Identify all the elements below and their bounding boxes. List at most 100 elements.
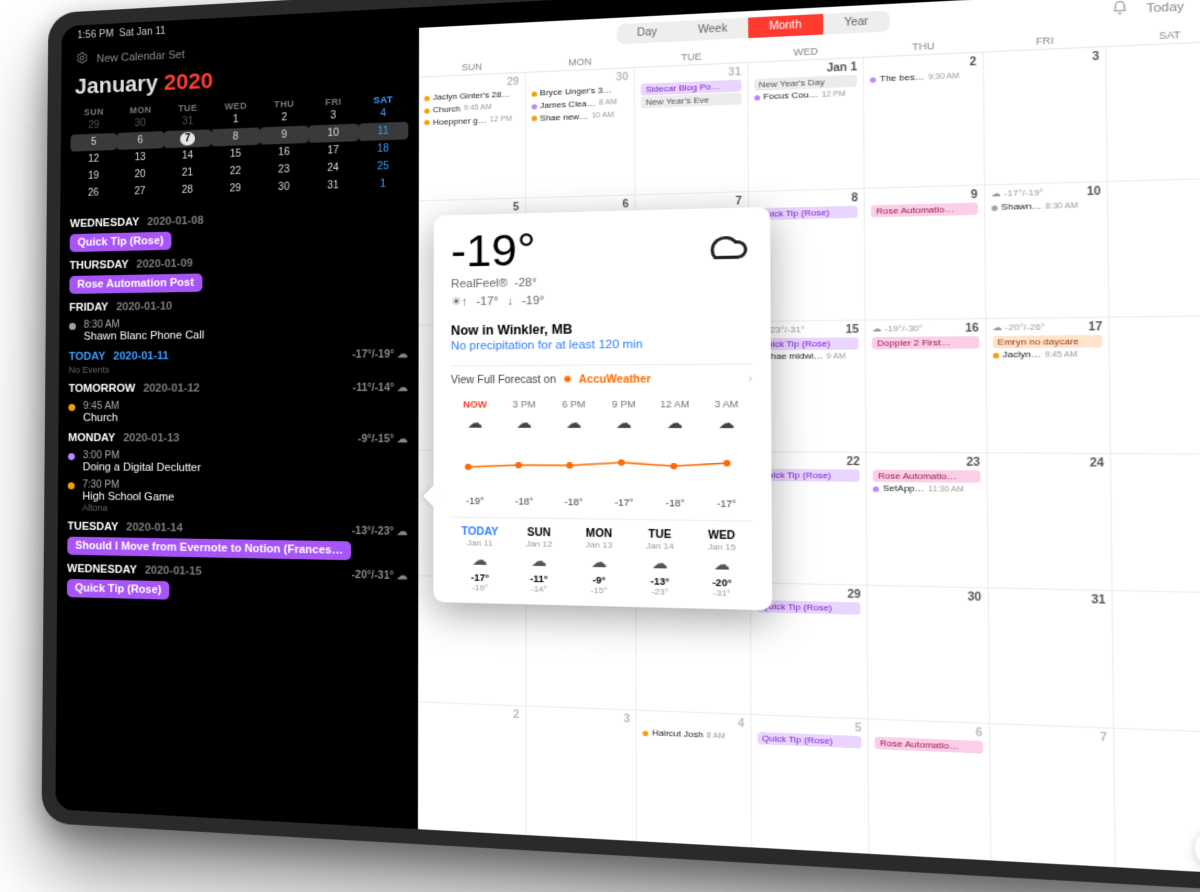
- event-item[interactable]: Shae new…10 AM: [531, 110, 629, 125]
- mini-day[interactable]: 30: [117, 114, 164, 133]
- mini-day[interactable]: 8: [211, 127, 259, 146]
- calendar-cell[interactable]: 31Sidecar Blog Po…New Year's Eve: [635, 63, 748, 194]
- forecast-link[interactable]: View Full Forecast on ✹ AccuWeather ›: [451, 363, 752, 386]
- event-item[interactable]: Shawn…8:30 AM: [991, 199, 1101, 214]
- agenda-event[interactable]: 7:30 PMHigh School GameAltona: [68, 479, 408, 517]
- mini-day[interactable]: 5: [70, 133, 117, 152]
- mini-day[interactable]: 29: [71, 116, 117, 135]
- calendar-cell[interactable]: ☁ -19°/-30°16Doppler 2 First…: [866, 319, 987, 452]
- calendar-cell[interactable]: 30: [868, 586, 990, 723]
- forecast-day[interactable]: MONJan 13☁-9°-15°: [569, 528, 630, 596]
- calendar-cell[interactable]: 4Haircut Josh8 AM: [637, 711, 752, 848]
- sunset-icon: ↓: [507, 294, 513, 307]
- agenda-event-pill[interactable]: Quick Tip (Rose): [70, 232, 172, 252]
- mini-day[interactable]: 20: [117, 165, 164, 184]
- forecast-day[interactable]: TUEJan 14☁-13°-23°: [629, 529, 691, 598]
- event-item[interactable]: Haircut Josh8 AM: [643, 727, 745, 743]
- mini-day[interactable]: 30: [259, 178, 308, 197]
- mini-day[interactable]: 17: [308, 141, 358, 160]
- calendar-cell[interactable]: 7: [990, 724, 1116, 867]
- mini-day[interactable]: 14: [164, 146, 212, 165]
- mini-day[interactable]: 6: [117, 131, 164, 150]
- event-item[interactable]: Jaclyn…9:45 AM: [993, 349, 1103, 362]
- calendar-cell[interactable]: 9Rose Automatio…: [865, 186, 986, 320]
- calendar-cell[interactable]: 23Rose Automatio…SetApp…11:30 AM: [867, 453, 989, 587]
- mini-day[interactable]: 13: [117, 148, 164, 167]
- calendar-cell[interactable]: 3: [984, 47, 1109, 184]
- mini-day[interactable]: 29: [211, 179, 259, 198]
- mini-day[interactable]: 22: [211, 162, 259, 181]
- mini-day[interactable]: 3: [309, 106, 359, 125]
- weather-precip: No precipitation for at least 120 min: [451, 337, 752, 353]
- mini-day[interactable]: 27: [116, 182, 163, 201]
- calendar-cell[interactable]: Jan 1New Year's DayFocus Cou…12 PM: [748, 58, 865, 191]
- calendar-cell[interactable]: 24: [987, 453, 1113, 589]
- calendar-cell[interactable]: Feb 1: [1113, 591, 1200, 732]
- calendar-cell[interactable]: 18: [1110, 316, 1200, 453]
- agenda-event[interactable]: 8:30 AMShawn Blanc Phone Call: [69, 315, 408, 342]
- view-tab-month[interactable]: Month: [748, 14, 823, 38]
- mini-day[interactable]: 15: [211, 145, 259, 164]
- agenda-list[interactable]: WEDNESDAY2020-01-08Quick Tip (Rose)THURS…: [55, 200, 418, 829]
- calendar-cell[interactable]: 3: [526, 707, 637, 842]
- mini-day[interactable]: 28: [164, 181, 212, 200]
- calendar-cell[interactable]: 4: [1107, 41, 1200, 180]
- calendar-cell[interactable]: 8: [1115, 729, 1200, 875]
- event-bar[interactable]: Quick Tip (Rose): [756, 600, 860, 615]
- calendar-cell[interactable]: ☁ -20°/-26°17Emryn no daycareJaclyn…9:45…: [986, 318, 1111, 453]
- mini-day[interactable]: 23: [260, 160, 309, 179]
- mini-day[interactable]: 4: [358, 104, 408, 124]
- agenda-event[interactable]: 3:00 PMDoing a Digital Declutter: [68, 450, 408, 476]
- today-button[interactable]: Today: [1146, 0, 1184, 15]
- mini-day[interactable]: 19: [70, 167, 117, 185]
- mini-day[interactable]: 7: [164, 129, 212, 148]
- calendar-cell[interactable]: 6Rose Automatio…: [869, 720, 991, 861]
- calendar-set-label[interactable]: New Calendar Set: [96, 48, 184, 64]
- calendar-cell[interactable]: 29Jaclyn Ginter's 28…Church9:45 AMHoeppn…: [419, 73, 526, 200]
- calendar-cell[interactable]: 5Quick Tip (Rose): [751, 715, 870, 854]
- agenda-event-pill[interactable]: Rose Automation Post: [69, 273, 202, 294]
- mini-day[interactable]: 12: [70, 150, 117, 169]
- mini-day[interactable]: 9: [260, 126, 309, 145]
- weather-current-temp: -19°: [451, 228, 544, 274]
- forecast-day[interactable]: SUNJan 12☁-11°-14°: [509, 527, 569, 595]
- calendar-cell[interactable]: 11: [1108, 178, 1200, 316]
- gear-icon[interactable]: [75, 51, 89, 69]
- mini-day[interactable]: 31: [308, 176, 358, 195]
- mini-calendar[interactable]: SUNMONTUEWEDTHUFRISAT 293031123456789101…: [60, 93, 419, 210]
- agenda-event-pill[interactable]: Quick Tip (Rose): [67, 579, 170, 600]
- calendar-cell[interactable]: 2The bes…9:30 AM: [864, 53, 985, 188]
- mini-day[interactable]: 26: [70, 184, 117, 202]
- mini-day[interactable]: 25: [358, 157, 408, 176]
- event-item[interactable]: Hoeppner g…12 PM: [424, 114, 519, 129]
- event-bar[interactable]: Rose Automatio…: [871, 203, 978, 218]
- mini-day[interactable]: 10: [309, 124, 359, 143]
- calendar-cell[interactable]: 25: [1112, 454, 1200, 593]
- view-tab-year[interactable]: Year: [823, 10, 890, 34]
- mini-day[interactable]: 21: [164, 164, 212, 183]
- event-bar[interactable]: Doppler 2 First…: [872, 336, 979, 349]
- forecast-day[interactable]: WEDJan 15☁-20°-31°: [691, 530, 754, 599]
- mini-day[interactable]: 2: [260, 108, 309, 127]
- forecast-day[interactable]: TODAYJan 11☁-17°-19°: [451, 526, 510, 593]
- agenda-event[interactable]: 9:45 AMChurch: [68, 400, 408, 424]
- agenda-event-pill[interactable]: Should I Move from Evernote to Notion (F…: [67, 537, 351, 561]
- mini-day[interactable]: 11: [358, 122, 408, 141]
- event-item[interactable]: SetApp…11:30 AM: [873, 483, 980, 496]
- mini-day[interactable]: 16: [260, 143, 309, 162]
- event-bar[interactable]: Emryn no daycare: [993, 335, 1103, 348]
- view-tab-day[interactable]: Day: [617, 21, 678, 44]
- calendar-cell[interactable]: 30Bryce Unger's 3…James Clea…8 AMShae ne…: [526, 68, 636, 197]
- view-tab-week[interactable]: Week: [677, 18, 748, 42]
- mini-day[interactable]: 31: [164, 112, 212, 131]
- calendar-cell[interactable]: 2: [418, 702, 526, 835]
- calendar-cell[interactable]: 31: [989, 588, 1115, 727]
- mini-day[interactable]: 1: [212, 110, 260, 129]
- event-bar[interactable]: Quick Tip (Rose): [757, 732, 862, 749]
- mini-day[interactable]: 18: [358, 139, 408, 158]
- mini-day[interactable]: 1: [358, 175, 408, 194]
- calendar-cell[interactable]: ☁ -17°/-19°10Shawn…8:30 AM: [985, 182, 1110, 318]
- event-bar[interactable]: Rose Automatio…: [873, 470, 980, 483]
- mini-day[interactable]: 24: [308, 159, 358, 178]
- bell-icon[interactable]: [1110, 0, 1128, 20]
